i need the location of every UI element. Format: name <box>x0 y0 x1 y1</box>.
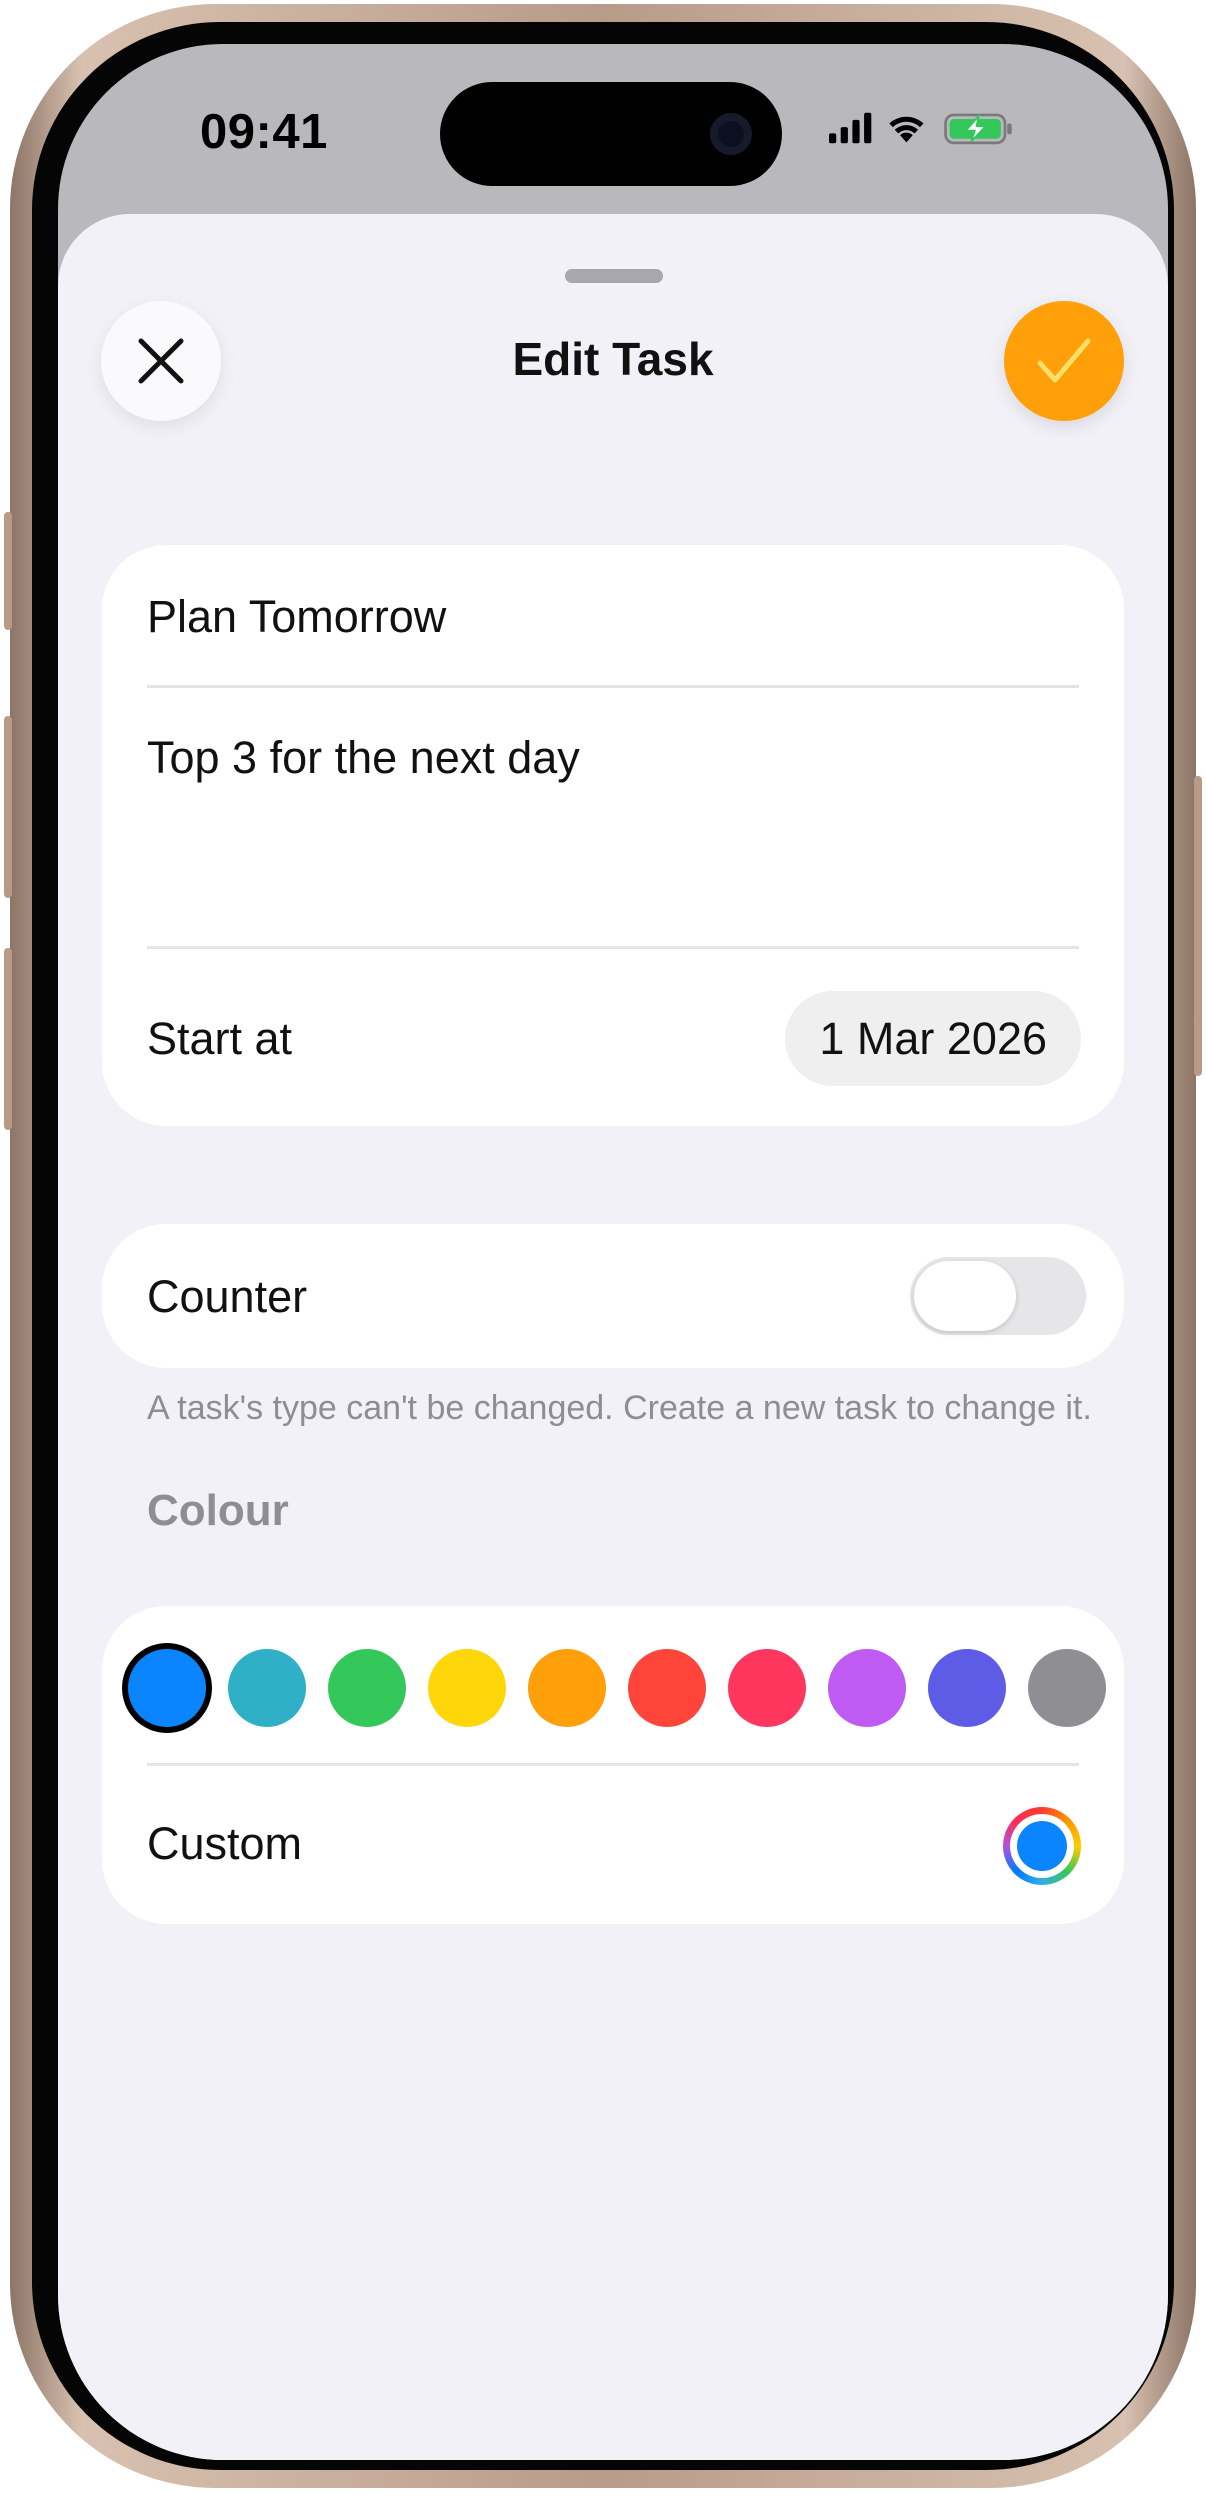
colour-swatch[interactable] <box>228 1649 306 1727</box>
camera-icon <box>710 113 752 155</box>
volume-up-button <box>4 716 12 898</box>
edit-task-sheet: Edit Task Plan Tomorrow Top 3 for the ne… <box>58 214 1168 2460</box>
done-button[interactable] <box>1004 301 1124 421</box>
colour-swatch[interactable] <box>128 1649 206 1727</box>
toggle-knob <box>914 1261 1016 1331</box>
colour-swatch[interactable] <box>928 1649 1006 1727</box>
status-icons <box>829 112 1012 145</box>
colour-swatch[interactable] <box>828 1649 906 1727</box>
checkmark-icon <box>1037 338 1091 383</box>
status-time: 09:41 <box>200 105 328 159</box>
custom-colour-picker[interactable] <box>1003 1807 1081 1885</box>
type-footnote: A task's type can't be changed. Create a… <box>147 1389 1092 1427</box>
sheet-grabber[interactable] <box>565 269 663 283</box>
task-name-field[interactable]: Plan Tomorrow <box>147 591 446 643</box>
action-button <box>4 512 12 630</box>
custom-colour-preview <box>1017 1821 1067 1871</box>
battery-charging-icon <box>944 113 1012 145</box>
custom-colour-label: Custom <box>147 1818 303 1869</box>
colour-swatch[interactable] <box>528 1649 606 1727</box>
colour-swatch[interactable] <box>628 1649 706 1727</box>
divider <box>147 1763 1079 1766</box>
task-details-card: Plan Tomorrow Top 3 for the next day Sta… <box>102 545 1124 1126</box>
start-date-value: 1 Mar 2026 <box>819 1012 1047 1064</box>
counter-label: Counter <box>147 1271 308 1322</box>
counter-card: Counter <box>102 1224 1124 1368</box>
colour-swatch[interactable] <box>728 1649 806 1727</box>
start-at-label: Start at <box>147 1013 293 1064</box>
divider <box>147 685 1079 688</box>
page-title: Edit Task <box>512 333 714 385</box>
volume-down-button <box>4 948 12 1130</box>
wifi-icon <box>889 116 924 143</box>
colour-card: Custom <box>102 1606 1124 1924</box>
counter-toggle[interactable] <box>910 1257 1086 1335</box>
colour-swatch[interactable] <box>428 1649 506 1727</box>
colour-section-header: Colour <box>147 1486 289 1535</box>
divider <box>147 946 1079 949</box>
side-button <box>1194 776 1202 1076</box>
colour-swatch[interactable] <box>328 1649 406 1727</box>
start-date-picker[interactable]: 1 Mar 2026 <box>785 991 1081 1086</box>
status-bar: 09:41 <box>58 44 1168 224</box>
cellular-signal-icon <box>829 112 872 144</box>
dynamic-island <box>440 82 782 186</box>
task-notes-field[interactable]: Top 3 for the next day <box>147 732 580 784</box>
colour-swatch[interactable] <box>1028 1649 1106 1727</box>
screen: 09:41 Edit Task Plan Tomorrow Top 3 for … <box>58 44 1168 2460</box>
